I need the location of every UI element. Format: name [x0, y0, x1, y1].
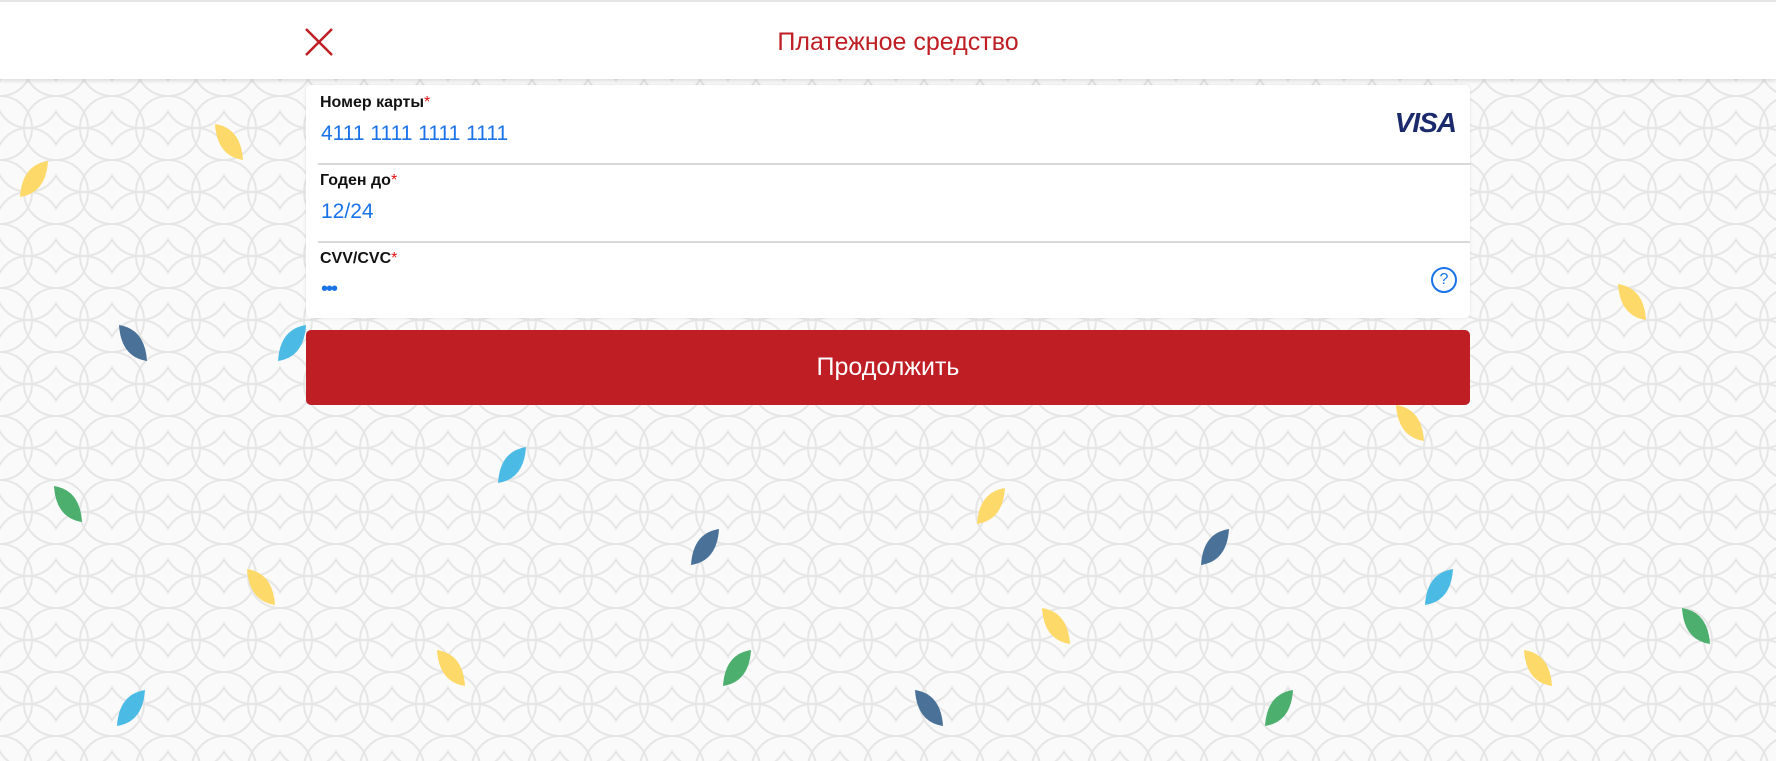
cvv-label: CVV/CVC*: [320, 250, 398, 267]
expiry-field: Годен до*: [318, 163, 1470, 243]
header-bar: Платежное средство: [0, 0, 1776, 79]
cvv-input[interactable]: •••: [321, 278, 1221, 301]
question-circle-icon[interactable]: ?: [1431, 267, 1457, 293]
payment-form-card: Номер карты* VISA Годен до* CVV/CVC* •••…: [306, 85, 1470, 318]
continue-button[interactable]: Продолжить: [306, 330, 1470, 405]
cvv-field: CVV/CVC* ••• ?: [318, 241, 1470, 319]
expiry-label: Годен до*: [320, 172, 398, 189]
expiry-input[interactable]: [321, 200, 1221, 224]
card-number-field: Номер карты* VISA: [318, 85, 1470, 165]
visa-logo: VISA: [1394, 107, 1457, 138]
page-title: Платежное средство: [777, 28, 1019, 56]
card-number-label: Номер карты*: [320, 94, 431, 111]
card-number-input[interactable]: [321, 122, 1221, 146]
